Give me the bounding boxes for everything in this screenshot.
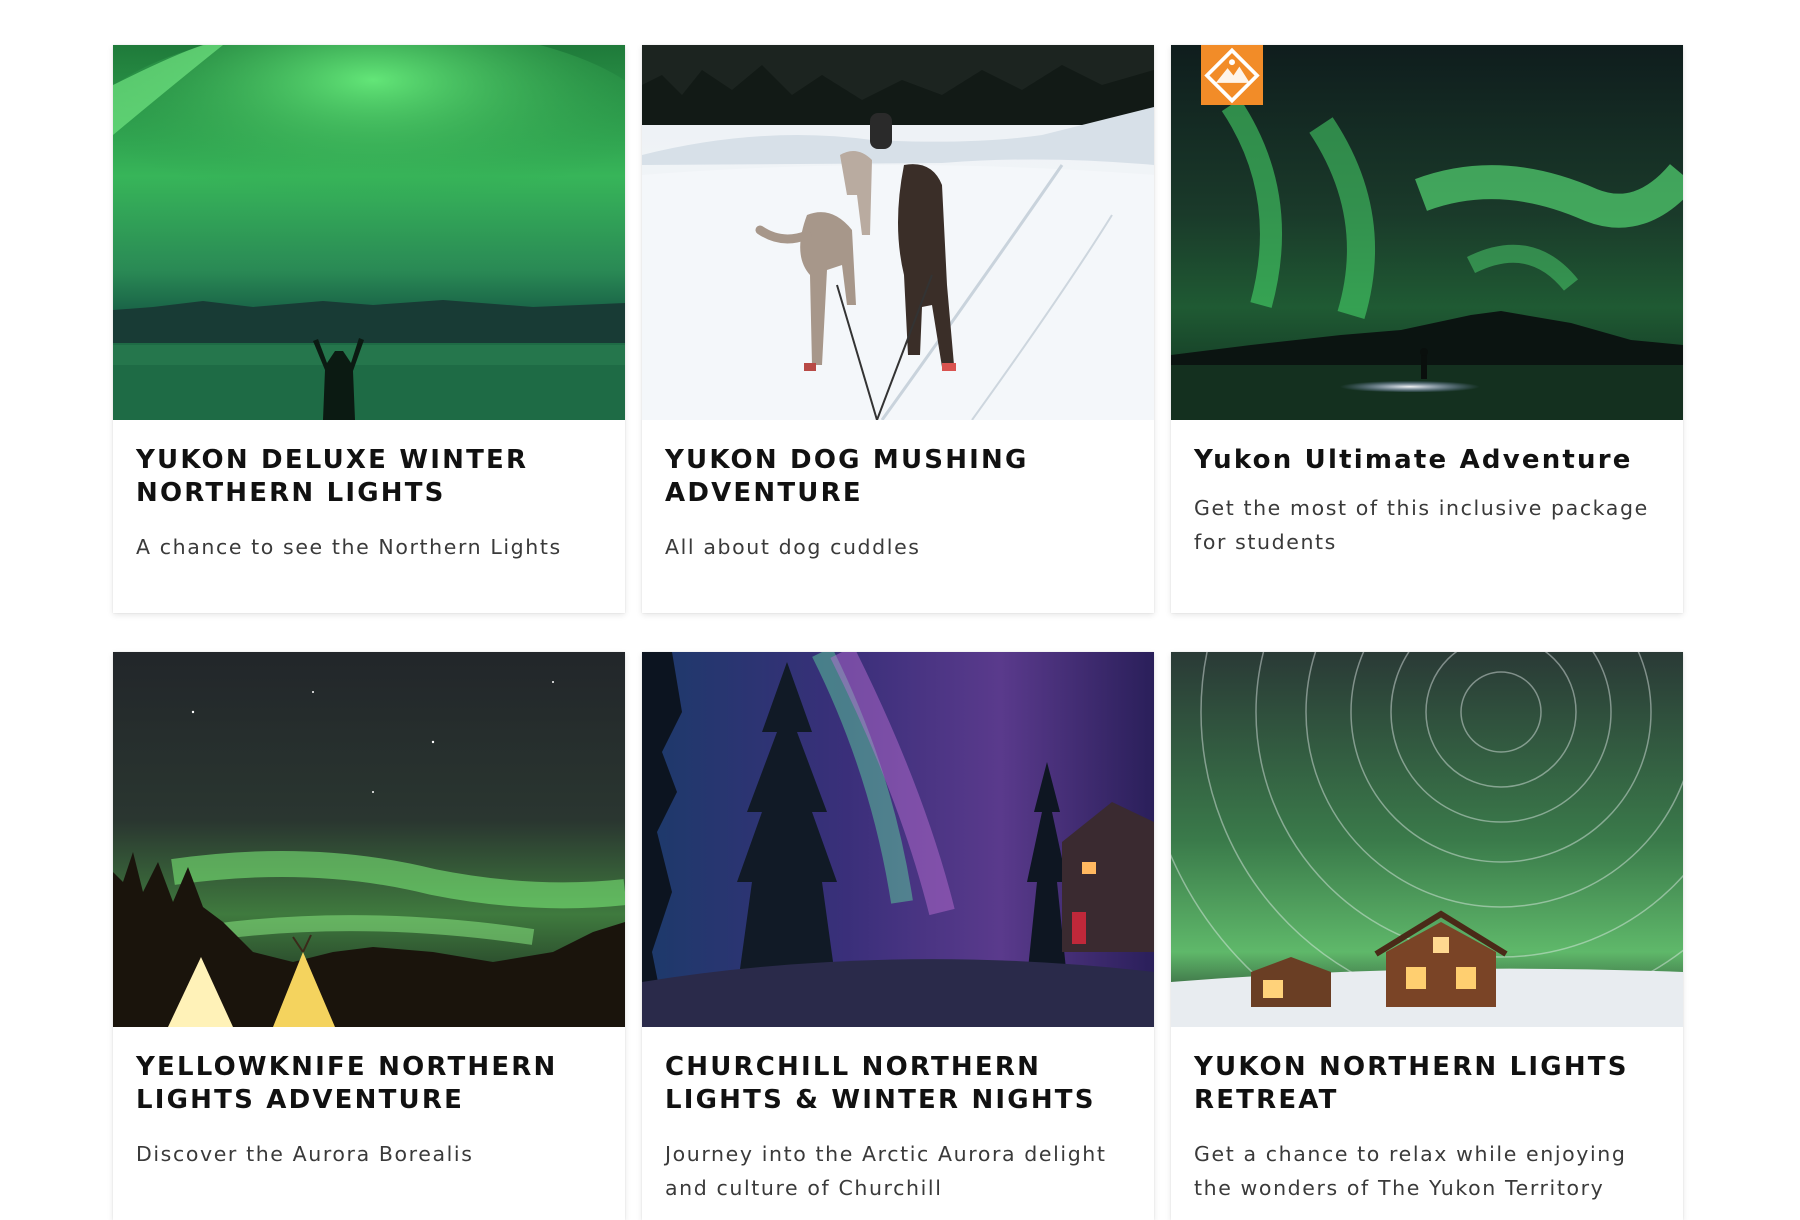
tour-card-churchill-northern-lights[interactable]: CHURCHILL NORTHERN LIGHTS & WINTER NIGHT… [642, 652, 1154, 1220]
mountain-logo-icon [1204, 47, 1260, 103]
card-body: YUKON DELUXE WINTER NORTHERN LIGHTS A ch… [113, 420, 625, 584]
card-body: YELLOWKNIFE NORTHERN LIGHTS ADVENTURE Di… [113, 1027, 625, 1191]
tour-card-yukon-ultimate-adventure[interactable]: Yukon Ultimate Adventure Get the most of… [1171, 45, 1683, 613]
card-title[interactable]: Yukon Ultimate Adventure [1194, 444, 1660, 477]
card-description: Discover the Aurora Borealis [136, 1142, 474, 1166]
tour-card-grid: YUKON DELUXE WINTER NORTHERN LIGHTS A ch… [113, 45, 1683, 1220]
card-description: All about dog cuddles [665, 535, 921, 559]
card-title[interactable]: YUKON NORTHERN LIGHTS RETREAT [1194, 1051, 1660, 1117]
aurora-person-lake-photo[interactable] [113, 45, 625, 420]
card-title[interactable]: YELLOWKNIFE NORTHERN LIGHTS ADVENTURE [136, 1051, 602, 1117]
card-body: CHURCHILL NORTHERN LIGHTS & WINTER NIGHT… [642, 1027, 1154, 1220]
card-description: Journey into the Arctic Aurora delight a… [665, 1142, 1107, 1200]
card-description: A chance to see the Northern Lights [136, 535, 562, 559]
card-title[interactable]: YUKON DOG MUSHING ADVENTURE [665, 444, 1131, 510]
card-body: Yukon Ultimate Adventure Get the most of… [1171, 420, 1683, 579]
card-description: Get a chance to relax while enjoying the… [1194, 1142, 1627, 1200]
tour-card-yukon-northern-lights-retreat[interactable]: YUKON NORTHERN LIGHTS RETREAT Get a chan… [1171, 652, 1683, 1220]
tour-card-yukon-dog-mushing[interactable]: YUKON DOG MUSHING ADVENTURE All about do… [642, 45, 1154, 613]
tour-card-yellowknife-northern-lights[interactable]: YELLOWKNIFE NORTHERN LIGHTS ADVENTURE Di… [113, 652, 625, 1220]
card-title[interactable]: YUKON DELUXE WINTER NORTHERN LIGHTS [136, 444, 602, 510]
mountain-logo-badge [1201, 45, 1263, 105]
aurora-teepees-photo[interactable] [113, 652, 625, 1027]
aurora-forest-cabin-photo[interactable] [642, 652, 1154, 1027]
tour-card-yukon-deluxe-winter[interactable]: YUKON DELUXE WINTER NORTHERN LIGHTS A ch… [113, 45, 625, 613]
card-body: YUKON NORTHERN LIGHTS RETREAT Get a chan… [1171, 1027, 1683, 1220]
card-body: YUKON DOG MUSHING ADVENTURE All about do… [642, 420, 1154, 584]
card-description: Get the most of this inclusive package f… [1194, 496, 1649, 554]
card-title[interactable]: CHURCHILL NORTHERN LIGHTS & WINTER NIGHT… [665, 1051, 1131, 1117]
dog-sled-snow-photo[interactable] [642, 45, 1154, 420]
aurora-mountain-headlamp-photo[interactable] [1171, 45, 1683, 420]
star-trails-lodge-photo[interactable] [1171, 652, 1683, 1027]
